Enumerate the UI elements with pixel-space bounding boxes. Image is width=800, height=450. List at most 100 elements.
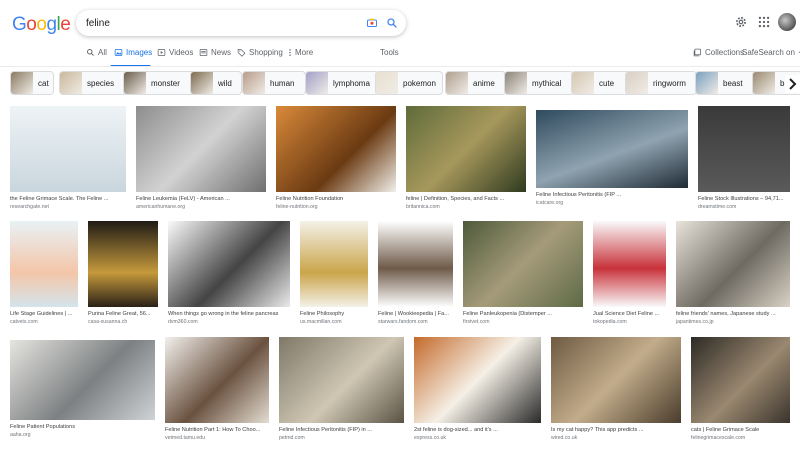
chip-ringworm[interactable]: ringworm <box>625 71 697 95</box>
result-thumbnail[interactable] <box>88 221 158 307</box>
chip-wild[interactable]: wild <box>190 71 242 95</box>
tab-news[interactable]: News <box>199 48 231 57</box>
result-thumbnail[interactable] <box>10 340 155 420</box>
result-thumbnail[interactable] <box>10 106 126 192</box>
result-source[interactable]: express.co.uk <box>414 435 541 441</box>
result-title[interactable]: Feline Infectious Peritonitis (FIP) in .… <box>279 427 404 433</box>
image-result[interactable]: Jual Science Diet Feline ... tokopedia.co… <box>593 221 666 329</box>
result-thumbnail[interactable] <box>691 337 790 423</box>
result-thumbnail[interactable] <box>593 221 666 307</box>
camera-icon[interactable] <box>366 17 378 29</box>
result-title[interactable]: Feline Infectious Peritonitis (FIP ... <box>536 192 688 198</box>
image-result[interactable]: Feline Panleukopenia (Distemper ... first… <box>463 221 583 329</box>
result-title[interactable]: feline | Definition, Species, and Facts … <box>406 196 526 202</box>
result-title[interactable]: 2st feline is dog-sized... and it's ... <box>414 427 541 433</box>
result-title[interactable]: Jual Science Diet Feline ... <box>593 311 666 317</box>
chip-mythical[interactable]: mythical <box>504 71 574 95</box>
image-result[interactable]: feline | Definition, Species, and Facts … <box>406 106 526 214</box>
result-thumbnail[interactable] <box>300 221 368 307</box>
tools-button[interactable]: Tools <box>380 48 399 57</box>
result-thumbnail[interactable] <box>676 221 790 307</box>
image-result[interactable]: Life Stage Guidelines | ... catvets.com <box>10 221 78 329</box>
image-result[interactable]: Feline Leukemia (FeLV) - American ... ame… <box>136 106 266 214</box>
result-source[interactable]: casa-susanna.ch <box>88 319 158 325</box>
safesearch-dropdown[interactable]: SafeSearch on <box>742 48 800 57</box>
result-source[interactable]: tokopedia.com <box>593 319 666 325</box>
image-result[interactable]: Feline Infectious Peritonitis (FIP) in .… <box>279 337 404 445</box>
result-title[interactable]: the Feline Grimace Scale. The Feline ... <box>10 196 126 202</box>
image-result[interactable]: Feline Patient Populations aaha.org <box>10 340 155 442</box>
image-result[interactable]: Purina Feline Great, 56... casa-susanna.c… <box>88 221 158 329</box>
result-title[interactable]: cats | Feline Grimace Scale <box>691 427 790 433</box>
result-thumbnail[interactable] <box>406 106 526 192</box>
image-result[interactable]: Is my cat happy? This app predicts ... wi… <box>551 337 681 445</box>
result-thumbnail[interactable] <box>378 221 453 307</box>
image-result[interactable]: 2st feline is dog-sized... and it's ... e… <box>414 337 541 445</box>
result-source[interactable]: icatcare.org <box>536 200 688 206</box>
chip-anime[interactable]: anime <box>445 71 506 95</box>
chip-pokemon[interactable]: pokemon <box>375 71 443 95</box>
search-input[interactable] <box>86 15 346 31</box>
tab-images[interactable]: Images <box>114 48 152 57</box>
image-result[interactable]: Feline Philosophy us.macmillan.com <box>300 221 368 329</box>
result-title[interactable]: Feline Patient Populations <box>10 424 155 430</box>
chip-species[interactable]: species <box>59 71 127 95</box>
result-source[interactable]: vetmed.tamu.edu <box>165 435 269 441</box>
tab-shopping[interactable]: Shopping <box>237 48 283 57</box>
result-source[interactable]: firstvet.com <box>463 319 583 325</box>
image-result[interactable]: the Feline Grimace Scale. The Feline ...… <box>10 106 126 214</box>
chip-cute[interactable]: cute <box>571 71 633 95</box>
result-title[interactable]: Feline Philosophy <box>300 311 368 317</box>
tab-more[interactable]: More <box>288 48 313 57</box>
result-thumbnail[interactable] <box>165 337 269 423</box>
result-title[interactable]: Feline Nutrition Part 1: How To Choo... <box>165 427 269 433</box>
result-title[interactable]: Is my cat happy? This app predicts ... <box>551 427 681 433</box>
image-result[interactable]: Feline Nutrition Part 1: How To Choo... v… <box>165 337 269 445</box>
result-source[interactable]: americanhumane.org <box>136 204 266 210</box>
result-thumbnail[interactable] <box>136 106 266 192</box>
tab-all[interactable]: All <box>86 48 107 57</box>
result-thumbnail[interactable] <box>463 221 583 307</box>
result-source[interactable]: wired.co.uk <box>551 435 681 441</box>
result-title[interactable]: Feline Nutrition Foundation <box>276 196 396 202</box>
chip-cat[interactable]: cat <box>10 71 54 95</box>
apps-grid-icon[interactable] <box>757 15 771 29</box>
image-result[interactable]: cats | Feline Grimace Scale felinegrimace… <box>691 337 790 445</box>
result-title[interactable]: Feline | Wookieepedia | Fa... <box>378 311 453 317</box>
result-source[interactable]: starwars.fandom.com <box>378 319 453 325</box>
result-source[interactable]: japantimes.co.jp <box>676 319 790 325</box>
chip-human[interactable]: human <box>242 71 306 95</box>
result-title[interactable]: Feline Panleukopenia (Distemper ... <box>463 311 583 317</box>
image-result[interactable]: Feline Stock Illustrations – 94,71... dre… <box>698 106 790 214</box>
result-thumbnail[interactable] <box>536 110 688 188</box>
image-result[interactable]: Feline Nutrition Foundation feline-nutrit… <box>276 106 396 214</box>
result-source[interactable]: felinegrimacescale.com <box>691 435 790 441</box>
result-thumbnail[interactable] <box>168 221 290 307</box>
result-thumbnail[interactable] <box>698 106 790 192</box>
result-title[interactable]: Life Stage Guidelines | ... <box>10 311 78 317</box>
chips-next-button[interactable] <box>785 75 800 93</box>
result-source[interactable]: petmd.com <box>279 435 404 441</box>
result-title[interactable]: When things go wrong in the feline pancr… <box>168 311 290 317</box>
image-result[interactable]: feline friends' names, Japanese study ..… <box>676 221 790 329</box>
image-result[interactable]: Feline Infectious Peritonitis (FIP ... ic… <box>536 110 688 210</box>
result-source[interactable]: dreamstime.com <box>698 204 790 210</box>
account-avatar[interactable] <box>778 13 796 31</box>
result-title[interactable]: feline friends' names, Japanese study ..… <box>676 311 790 317</box>
result-title[interactable]: Purina Feline Great, 56... <box>88 311 158 317</box>
result-thumbnail[interactable] <box>414 337 541 423</box>
result-thumbnail[interactable] <box>551 337 681 423</box>
collections-button[interactable]: Collections <box>693 48 744 57</box>
result-thumbnail[interactable] <box>276 106 396 192</box>
tab-videos[interactable]: Videos <box>157 48 193 57</box>
chip-lymphoma[interactable]: lymphoma <box>305 71 379 95</box>
result-thumbnail[interactable] <box>10 221 78 307</box>
google-logo[interactable]: Google <box>12 14 71 36</box>
result-title[interactable]: Feline Stock Illustrations – 94,71... <box>698 196 790 202</box>
result-source[interactable]: us.macmillan.com <box>300 319 368 325</box>
result-source[interactable]: catvets.com <box>10 319 78 325</box>
result-source[interactable]: dvm360.com <box>168 319 290 325</box>
result-thumbnail[interactable] <box>279 337 404 423</box>
result-source[interactable]: aaha.org <box>10 432 155 438</box>
result-source[interactable]: britannica.com <box>406 204 526 210</box>
